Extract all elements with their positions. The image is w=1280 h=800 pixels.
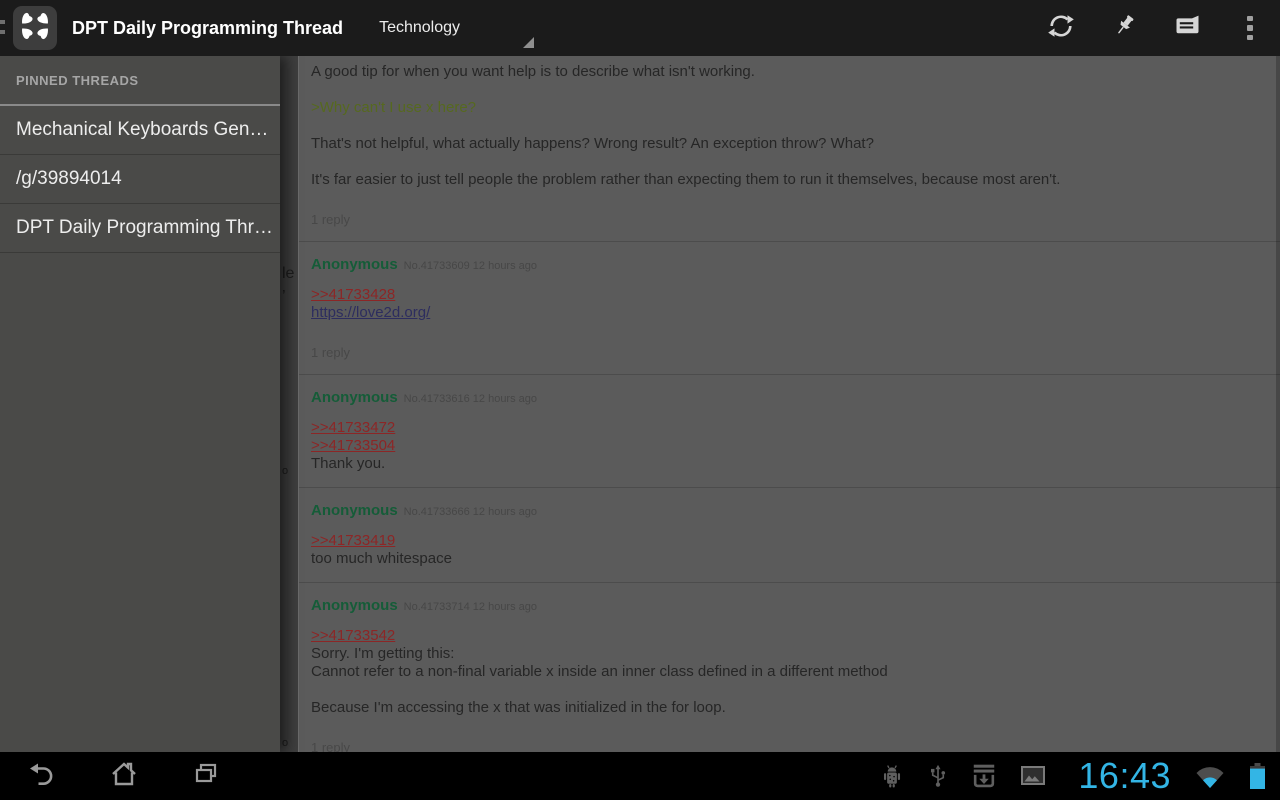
drawer-handle-icon[interactable] bbox=[0, 20, 6, 40]
nav-buttons bbox=[0, 760, 222, 792]
android-debug-icon bbox=[878, 763, 906, 789]
scroll-edge bbox=[1276, 56, 1280, 752]
post-header: Anonymous No.41733666 12 hours ago bbox=[311, 502, 1264, 520]
reply-count: 1 reply bbox=[311, 212, 1264, 227]
back-button[interactable] bbox=[26, 760, 58, 792]
pinned-thread-item[interactable]: Mechanical Keyboards Gen… bbox=[0, 106, 280, 155]
post: Anonymous No.41733609 12 hours ago >>41733… bbox=[299, 242, 1280, 375]
overflow-menu-icon bbox=[1247, 16, 1253, 22]
recents-icon bbox=[191, 759, 221, 794]
pin-button[interactable] bbox=[1111, 15, 1137, 41]
post-header: Anonymous No.41733616 12 hours ago bbox=[311, 389, 1264, 407]
usb-icon bbox=[928, 763, 948, 789]
quote-link[interactable]: >>41733542 bbox=[311, 627, 1264, 645]
blank-line bbox=[311, 81, 1264, 99]
back-icon bbox=[27, 759, 57, 794]
greentext-quote: >Why can't I use x here? bbox=[311, 99, 1264, 117]
action-bar: DPT Daily Programming Thread Technology bbox=[0, 0, 1280, 56]
post-author: Anonymous bbox=[311, 256, 398, 273]
post-author: Anonymous bbox=[311, 389, 398, 406]
system-bar: 16:43 bbox=[0, 752, 1280, 800]
post-meta: No.41733616 12 hours ago bbox=[404, 393, 537, 405]
post-header: Anonymous No.41733714 12 hours ago bbox=[311, 597, 1264, 615]
post: Anonymous No.41733616 12 hours ago >>41733… bbox=[299, 375, 1280, 488]
post-text: Cannot refer to a non-final variable x i… bbox=[311, 663, 1264, 681]
post-text: A good tip for when you want help is to … bbox=[311, 63, 1264, 81]
quote-link[interactable]: >>41733504 bbox=[311, 437, 1264, 455]
overflow-menu-button[interactable] bbox=[1237, 15, 1263, 41]
post-text: Sorry. I'm getting this: bbox=[311, 645, 1264, 663]
post-author: Anonymous bbox=[311, 597, 398, 614]
occluded-text-fragment: le bbox=[282, 266, 294, 282]
post: A good tip for when you want help is to … bbox=[299, 56, 1280, 242]
occluded-text-fragment: o bbox=[282, 738, 288, 749]
app-logo-button[interactable] bbox=[13, 6, 57, 50]
pinned-thread-item[interactable]: /g/39894014 bbox=[0, 155, 280, 204]
wifi-icon bbox=[1193, 763, 1227, 790]
occluded-text-fragment: o bbox=[282, 466, 288, 477]
drawer-items: Mechanical Keyboards Gen…/g/39894014DPT … bbox=[0, 106, 280, 253]
quote-link[interactable]: >>41733419 bbox=[311, 532, 1264, 550]
pin-icon bbox=[1112, 13, 1137, 43]
status-tray[interactable]: 16:43 bbox=[878, 758, 1280, 794]
pinned-threads-drawer: PINNED THREADS Mechanical Keyboards Gen…… bbox=[0, 56, 280, 752]
home-button[interactable] bbox=[108, 760, 140, 792]
recents-button[interactable] bbox=[190, 760, 222, 792]
home-icon bbox=[109, 759, 139, 794]
refresh-button[interactable] bbox=[1048, 15, 1074, 41]
download-icon bbox=[970, 763, 998, 789]
post-author: Anonymous bbox=[311, 502, 398, 519]
app-screen: DPT Daily Programming Thread Technology bbox=[0, 0, 1280, 800]
clover-icon bbox=[15, 6, 55, 51]
refresh-icon bbox=[1048, 13, 1074, 44]
screenshot-icon bbox=[1020, 765, 1046, 787]
blank-line bbox=[311, 681, 1264, 699]
post-header: Anonymous No.41733609 12 hours ago bbox=[311, 256, 1264, 274]
quote-link[interactable]: >>41733428 bbox=[311, 286, 1264, 304]
reply-count: 1 reply bbox=[311, 740, 1264, 752]
spinner-caret-icon bbox=[523, 37, 534, 48]
post-text: too much whitespace bbox=[311, 550, 1264, 568]
actionbar-actions bbox=[1048, 15, 1280, 41]
quote-link[interactable]: >>41733472 bbox=[311, 419, 1264, 437]
reply-button[interactable] bbox=[1174, 15, 1200, 41]
drawer-header: PINNED THREADS bbox=[0, 56, 280, 106]
post: Anonymous No.41733714 12 hours ago >>41733… bbox=[299, 583, 1280, 752]
clock: 16:43 bbox=[1078, 758, 1171, 794]
reply-count: 1 reply bbox=[311, 345, 1264, 360]
post-meta: No.41733666 12 hours ago bbox=[404, 506, 537, 518]
thread-panel[interactable]: A good tip for when you want help is to … bbox=[298, 56, 1280, 752]
post-text: That's not helpful, what actually happen… bbox=[311, 135, 1264, 153]
post-meta: No.41733714 12 hours ago bbox=[404, 601, 537, 613]
board-spinner[interactable]: Technology bbox=[379, 0, 538, 56]
post-text: Thank you. bbox=[311, 455, 1264, 473]
post: Anonymous No.41733666 12 hours ago >>41733… bbox=[299, 488, 1280, 583]
post-list: A good tip for when you want help is to … bbox=[299, 56, 1280, 752]
thread-title: DPT Daily Programming Thread bbox=[72, 18, 343, 39]
drawer-under-strip: le ’ o o bbox=[280, 56, 298, 752]
occluded-text-fragment: ’ bbox=[282, 289, 286, 305]
blank-line bbox=[311, 117, 1264, 135]
board-name: Technology bbox=[379, 19, 460, 37]
blank-line bbox=[311, 153, 1264, 171]
post-text: It's far easier to just tell people the … bbox=[311, 171, 1264, 189]
reply-icon bbox=[1174, 15, 1200, 42]
battery-icon bbox=[1249, 763, 1266, 790]
pinned-thread-item[interactable]: DPT Daily Programming Thr… bbox=[0, 204, 280, 253]
url-link[interactable]: https://love2d.org/ bbox=[311, 304, 1264, 322]
post-meta: No.41733609 12 hours ago bbox=[404, 260, 537, 272]
post-text: Because I'm accessing the x that was ini… bbox=[311, 699, 1264, 717]
